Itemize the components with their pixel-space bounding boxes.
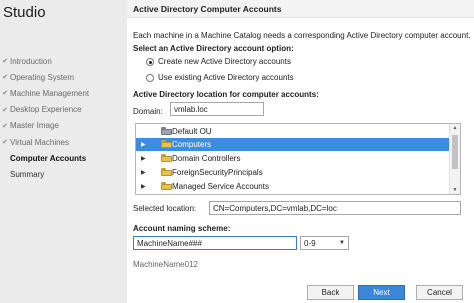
expand-arrow-icon[interactable]: ▶ (141, 169, 146, 176)
page-title: Active Directory Computer Accounts (133, 4, 282, 14)
selected-location-label: Selected location: (133, 204, 197, 213)
naming-preview: MachineName012 (133, 260, 198, 269)
step-machine-management[interactable]: ✔ Machine Management (0, 85, 89, 101)
folder-icon (161, 140, 172, 148)
check-icon: ✔ (2, 122, 8, 130)
folder-icon (161, 168, 172, 176)
chevron-down-icon: ▼ (339, 240, 345, 246)
main-panel: Active Directory Computer Accounts Each … (127, 0, 474, 303)
ou-tree[interactable]: Default OU ▶ Computers ▶ Domain Controll… (135, 123, 461, 195)
page-header: Active Directory Computer Accounts (127, 0, 474, 18)
naming-scheme-heading: Account naming scheme: (133, 224, 231, 233)
expand-arrow-icon[interactable]: ▶ (141, 183, 146, 190)
next-button[interactable]: Next (358, 285, 405, 300)
gear-folder-icon (161, 127, 172, 135)
step-master-image[interactable]: ✔ Master Image (0, 118, 89, 134)
folder-icon (161, 182, 172, 190)
scrollbar-thumb[interactable] (452, 135, 458, 169)
check-icon: ✔ (2, 90, 8, 98)
check-icon: ✔ (2, 139, 8, 147)
use-existing-accounts-radio[interactable] (146, 74, 154, 82)
step-computer-accounts[interactable]: Computer Accounts (0, 150, 89, 166)
create-new-accounts-radio[interactable] (146, 58, 154, 66)
tree-item-foreign-security-principals[interactable]: ▶ ForeignSecurityPrincipals (136, 166, 450, 179)
naming-scheme-input[interactable]: MachineName### (133, 236, 297, 250)
cancel-button[interactable]: Cancel (416, 285, 463, 300)
check-icon: ✔ (2, 74, 8, 82)
scroll-up-icon[interactable]: ▲ (450, 125, 460, 131)
ad-location-heading: Active Directory location for computer a… (133, 90, 319, 99)
step-summary[interactable]: Summary (0, 166, 89, 182)
tree-item-domain-controllers[interactable]: ▶ Domain Controllers (136, 152, 450, 165)
wizard-steps: ✔ Introduction ✔ Operating System ✔ Machine… (0, 53, 89, 183)
selected-location-field: CN=Computers,DC=vmlab,DC=loc (209, 201, 461, 215)
tree-item-default-ou[interactable]: Default OU (136, 125, 450, 138)
tree-item-managed-service-accounts[interactable]: ▶ Managed Service Accounts (136, 180, 450, 193)
use-existing-accounts-label[interactable]: Use existing Active Directory accounts (158, 73, 294, 82)
domain-input[interactable]: vmlab.loc (170, 102, 264, 116)
expand-arrow-icon[interactable]: ▶ (141, 141, 146, 148)
tree-item-computers[interactable]: ▶ Computers (136, 138, 450, 151)
step-desktop-experience[interactable]: ✔ Desktop Experience (0, 102, 89, 118)
check-icon: ✔ (2, 106, 8, 114)
expand-arrow-icon[interactable]: ▶ (141, 155, 146, 162)
scroll-down-icon[interactable]: ▼ (450, 187, 460, 193)
folder-icon (161, 154, 172, 162)
step-introduction[interactable]: ✔ Introduction (0, 53, 89, 69)
description-text: Each machine in a Machine Catalog needs … (133, 31, 471, 40)
create-new-accounts-label[interactable]: Create new Active Directory accounts (158, 57, 291, 66)
back-button[interactable]: Back (307, 285, 354, 300)
domain-label: Domain: (133, 107, 163, 116)
account-option-heading: Select an Active Directory account optio… (133, 44, 294, 53)
wizard-sidebar: Studio ✔ Introduction ✔ Operating System ✔… (0, 0, 127, 303)
naming-type-dropdown[interactable]: 0-9 ▼ (300, 236, 349, 250)
step-operating-system[interactable]: ✔ Operating System (0, 69, 89, 85)
step-virtual-machines[interactable]: ✔ Virtual Machines (0, 134, 89, 150)
tree-scrollbar[interactable]: ▲ ▼ (449, 124, 460, 194)
app-title: Studio (3, 4, 46, 21)
check-icon: ✔ (2, 58, 8, 66)
